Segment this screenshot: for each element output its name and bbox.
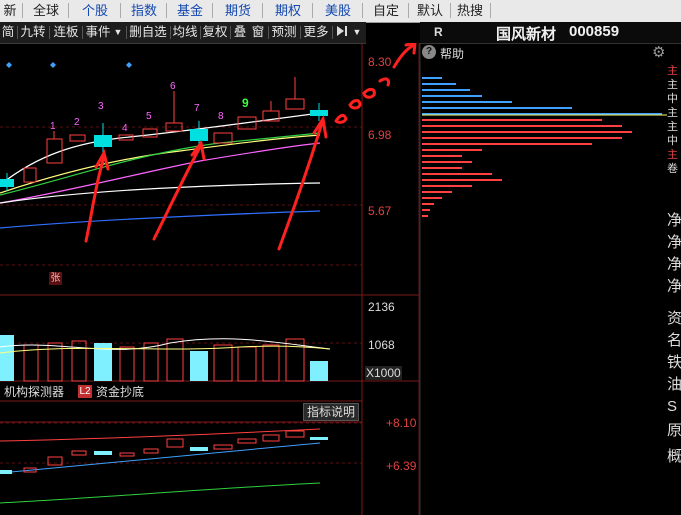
market-tab-bar: 新股 全球 个股 指数 基金 期货 期权 美股 自定 默认 热搜 — [0, 0, 681, 23]
dropdown-icon[interactable]: ▼ — [112, 24, 124, 41]
volume-axis-unit: X1000 — [365, 366, 402, 380]
tab-new-stocks[interactable]: 新股 — [0, 0, 20, 21]
right-info-char: 中 — [667, 93, 678, 105]
right-info-char: 主 — [667, 79, 678, 91]
delete-watchlist-button[interactable]: 删自选 — [128, 24, 168, 41]
right-info-char: 原 — [667, 422, 681, 439]
nine-turn-1: 1 — [50, 121, 56, 132]
tab-fund-bottom-copy[interactable]: 资金抄底 — [96, 384, 144, 400]
ma-button[interactable]: 均线 — [172, 24, 198, 41]
right-info-char: S — [667, 398, 678, 415]
tab-individual-stock[interactable]: 个股 — [72, 0, 118, 21]
tab-funds[interactable]: 基金 — [170, 0, 210, 21]
stock-name: 国风新材 — [496, 26, 557, 43]
forecast-button-visible[interactable]: 预测 — [270, 24, 298, 41]
nine-turn-4: 4 — [122, 123, 128, 134]
indicator-tab-bar: 机构探测器 L2 资金抄底 — [0, 383, 362, 401]
right-info-char: 油 — [667, 376, 681, 393]
price-axis-mid: 6.98 — [368, 128, 392, 142]
help-label[interactable]: 帮助 — [440, 45, 464, 62]
window-button[interactable]: 窗 — [250, 24, 266, 41]
nine-turn-3: 3 — [98, 101, 104, 112]
right-info-char: 名 — [667, 332, 681, 349]
indicator-chart[interactable] — [0, 428, 328, 504]
more-dropdown-icon[interactable]: ▼ — [351, 24, 363, 41]
tab-us-stocks[interactable]: 美股 — [316, 0, 360, 21]
nine-turn-9: 9 — [242, 96, 249, 110]
chart-area[interactable]: 1 2 3 4 5 6 7 8 9 — [0, 43, 681, 515]
right-info-char: 铁 — [667, 354, 681, 371]
events-button[interactable]: 事件 — [84, 24, 112, 41]
right-info-char: 主 — [667, 65, 678, 77]
zhang-badge[interactable]: 张 — [49, 272, 62, 285]
nine-turn-8: 8 — [218, 111, 224, 122]
settings-icon[interactable]: ⚙ — [652, 43, 665, 61]
tab-global[interactable]: 全球 — [26, 0, 66, 21]
limit-board-button[interactable]: 连板 — [52, 24, 80, 41]
stock-header: R 国风新材 000859 — [420, 22, 681, 44]
right-info-char: 净 — [667, 212, 681, 229]
volume-axis-mid: 1068 — [368, 338, 395, 352]
indicator-axis-low: +6.39 — [386, 459, 417, 473]
tab-index[interactable]: 指数 — [124, 0, 164, 21]
help-icon[interactable]: ? — [422, 45, 436, 59]
kline-candles[interactable] — [0, 77, 328, 191]
price-axis-top: 8.30 — [368, 55, 392, 69]
chip-distribution[interactable] — [422, 77, 667, 217]
indicator-axis-high: +8.10 — [386, 416, 417, 430]
right-info-column: 主主中主主中主卷净净净净资名铁油S原概 — [667, 64, 681, 515]
toolbar-right-group: 叠 窗 预测 更多 ▼ — [232, 22, 366, 43]
play-icon[interactable] — [334, 24, 350, 41]
tab-default[interactable]: 默认 — [412, 0, 448, 21]
right-info-char: 主 — [667, 121, 678, 133]
right-info-char: 资 — [667, 310, 681, 327]
tab-custom[interactable]: 自定 — [366, 0, 406, 21]
nine-turn-button[interactable]: 九转 — [19, 24, 47, 41]
price-axis-low: 5.67 — [368, 204, 392, 218]
tab-hot-search[interactable]: 热搜 — [452, 0, 488, 21]
nine-turn-2: 2 — [74, 117, 80, 128]
right-info-char: 净 — [667, 278, 681, 295]
hand-annotations — [84, 43, 417, 251]
volume-bars[interactable] — [0, 335, 331, 382]
right-info-char: 概 — [667, 448, 681, 465]
volume-axis-high: 2136 — [368, 300, 395, 314]
more-button[interactable]: 更多 — [302, 24, 330, 41]
nine-turn-7: 7 — [194, 103, 200, 114]
right-info-char: 主 — [667, 149, 678, 161]
indicator-help-button[interactable]: 指标说明 — [303, 403, 360, 421]
r-label: R — [434, 25, 443, 39]
nine-turn-5: 5 — [146, 111, 152, 122]
right-info-char: 净 — [667, 234, 681, 251]
tab-futures[interactable]: 期货 — [216, 0, 260, 21]
right-info-char: 中 — [667, 135, 678, 147]
nine-turn-6: 6 — [170, 81, 176, 92]
stock-code: 000859 — [569, 23, 620, 40]
tab-institution-detector[interactable]: 机构探测器 — [4, 384, 64, 400]
adjust-rights-button[interactable]: 复权 — [202, 24, 228, 41]
right-info-char: 卷 — [667, 163, 678, 175]
right-info-char: 净 — [667, 256, 681, 273]
tab-options[interactable]: 期权 — [266, 0, 310, 21]
right-info-char: 主 — [667, 107, 678, 119]
l2-badge: L2 — [78, 385, 92, 398]
simple-button[interactable]: 简 — [0, 24, 16, 41]
overlay-button[interactable]: 叠 — [232, 24, 248, 41]
event-markers[interactable] — [6, 62, 132, 68]
